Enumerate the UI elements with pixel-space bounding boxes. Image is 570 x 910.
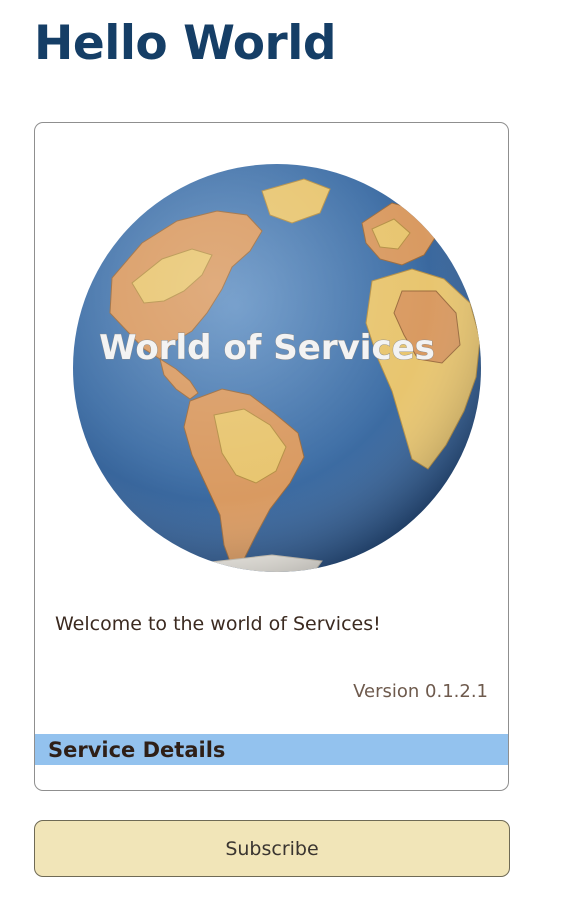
page-title: Hello World xyxy=(34,16,336,71)
globe-image: World of Services xyxy=(72,163,482,573)
subscribe-button[interactable]: Subscribe xyxy=(34,820,510,877)
service-details-header[interactable]: Service Details xyxy=(35,734,508,765)
welcome-message: Welcome to the world of Services! xyxy=(55,613,381,635)
page: Hello World World of Services Welcome to… xyxy=(0,0,570,910)
globe-illustration: World of Services xyxy=(73,164,481,572)
version-label: Version 0.1.2.1 xyxy=(353,681,488,702)
service-details-label: Service Details xyxy=(48,737,226,762)
service-card: World of Services Welcome to the world o… xyxy=(34,122,509,791)
globe-overlay-text: World of Services xyxy=(99,328,435,368)
